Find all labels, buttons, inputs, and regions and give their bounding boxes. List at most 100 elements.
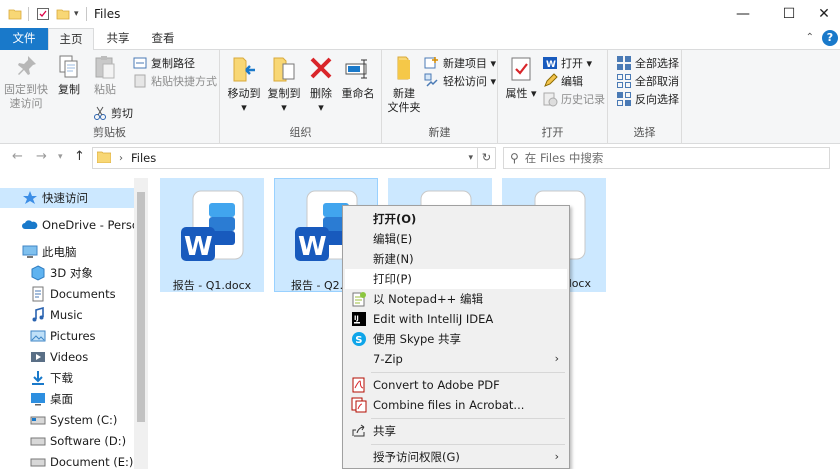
search-icon: ⚲ bbox=[510, 151, 519, 165]
minimize-button[interactable]: — bbox=[720, 0, 766, 28]
menu-item-combine-acrobat[interactable]: Combine files in Acrobat... bbox=[345, 395, 567, 415]
new-folder-button[interactable]: 新建 文件夹 bbox=[384, 54, 424, 115]
group-label-open: 打开 bbox=[541, 126, 564, 139]
new-folder-icon bbox=[397, 56, 410, 80]
copy-to-button[interactable]: 复制到 ▾ bbox=[264, 54, 304, 115]
nav-item-documents[interactable]: Documents bbox=[0, 284, 134, 304]
back-arrow-icon[interactable]: ← bbox=[12, 149, 23, 164]
folder-icon bbox=[8, 6, 22, 22]
menu-item-intellij[interactable]: IJ Edit with IntelliJ IDEA bbox=[345, 309, 567, 329]
scissors-icon bbox=[92, 105, 108, 121]
menu-item-print[interactable]: 打印(P) bbox=[345, 269, 567, 289]
documents-icon bbox=[30, 286, 46, 302]
menu-item-skype[interactable]: S 使用 Skype 共享 bbox=[345, 329, 567, 349]
nav-item-3d-objects[interactable]: 3D 对象 bbox=[0, 263, 134, 283]
group-select: 全部选择 全部取消 反向选择 选择 bbox=[608, 50, 682, 144]
properties-icon bbox=[511, 57, 531, 81]
nav-item-drive-c[interactable]: System (C:) bbox=[0, 410, 134, 430]
edit-button[interactable]: 编辑 bbox=[542, 72, 583, 90]
tab-home[interactable]: 主页 bbox=[48, 28, 94, 51]
ribbon-tabs: 文件 主页 共享 查看 ⌃ ? bbox=[0, 28, 840, 51]
nav-item-this-pc[interactable]: 此电脑 bbox=[0, 242, 134, 262]
search-input[interactable]: ⚲ 在 Files 中搜索 bbox=[503, 147, 830, 169]
properties-quick-icon[interactable] bbox=[36, 6, 50, 22]
nav-item-videos[interactable]: Videos bbox=[0, 347, 134, 367]
navigation-pane: 快速访问 OneDrive - Person 此电脑 3D 对象 Documen… bbox=[0, 178, 148, 469]
ribbon: 固定到快 速访问 复制 粘贴 复制路径 粘贴快捷方式 剪切 剪贴板 移动到 ▾ … bbox=[0, 50, 840, 144]
file-tile[interactable]: W 报告 - Q1.docx bbox=[160, 178, 264, 292]
history-button[interactable]: 历史记录 bbox=[542, 90, 605, 108]
paste-button[interactable]: 粘贴 bbox=[88, 54, 122, 97]
group-organize: 移动到 ▾ 复制到 ▾ 删除 ▾ 重命名 组织 bbox=[220, 50, 382, 144]
menu-item-open[interactable]: 打开(O) bbox=[345, 209, 567, 229]
move-to-icon bbox=[233, 57, 255, 82]
nav-scrollbar[interactable] bbox=[134, 178, 148, 469]
address-dropdown-icon[interactable]: ▾ bbox=[468, 153, 473, 163]
new-item-button[interactable]: 新建项目 ▾ bbox=[424, 54, 496, 72]
open-button[interactable]: W 打开 ▾ bbox=[542, 54, 592, 72]
nav-item-music[interactable]: Music bbox=[0, 305, 134, 325]
menu-separator bbox=[371, 418, 565, 419]
menu-item-grant-access[interactable]: 授予访问权限(G) › bbox=[345, 447, 567, 467]
copy-button[interactable]: 复制 bbox=[52, 54, 86, 97]
menu-item-notepadpp[interactable]: 以 Notepad++ 编辑 bbox=[345, 289, 567, 309]
forward-arrow-icon[interactable]: → bbox=[36, 149, 47, 164]
easy-access-button[interactable]: 轻松访问 ▾ bbox=[424, 72, 496, 90]
drive-icon bbox=[30, 454, 46, 469]
menu-item-share[interactable]: 共享 bbox=[345, 421, 567, 441]
recent-locations-icon[interactable]: ▾ bbox=[58, 152, 63, 162]
properties-button[interactable]: 属性 ▾ bbox=[504, 54, 538, 101]
nav-scrollbar-thumb[interactable] bbox=[137, 192, 145, 422]
paste-shortcut-button[interactable]: 粘贴快捷方式 bbox=[132, 72, 217, 90]
acrobat-combine-icon bbox=[351, 397, 367, 413]
maximize-button[interactable]: ☐ bbox=[766, 0, 812, 28]
nav-item-quick-access[interactable]: 快速访问 bbox=[0, 188, 134, 208]
rename-button[interactable]: 重命名 bbox=[338, 54, 378, 101]
copy-path-button[interactable]: 复制路径 bbox=[132, 54, 195, 72]
refresh-icon[interactable]: ↻ bbox=[477, 148, 495, 168]
context-menu: 打开(O) 编辑(E) 新建(N) 打印(P) 以 Notepad++ 编辑 I… bbox=[342, 205, 570, 469]
menu-item-new[interactable]: 新建(N) bbox=[345, 249, 567, 269]
invert-selection-button[interactable]: 反向选择 bbox=[616, 90, 679, 108]
up-arrow-icon[interactable]: ↑ bbox=[74, 149, 85, 164]
breadcrumb-files[interactable]: Files bbox=[131, 151, 156, 165]
paste-shortcut-icon bbox=[132, 73, 148, 89]
delete-button[interactable]: 删除 ▾ bbox=[306, 54, 336, 115]
tab-view[interactable]: 查看 bbox=[140, 28, 186, 50]
submenu-arrow-icon: › bbox=[554, 352, 559, 365]
menu-item-convert-pdf[interactable]: Convert to Adobe PDF bbox=[345, 375, 567, 395]
edit-icon bbox=[542, 73, 558, 89]
breadcrumb-chevron-icon[interactable]: › bbox=[119, 153, 123, 164]
close-button[interactable]: ✕ bbox=[808, 0, 840, 28]
nav-item-onedrive[interactable]: OneDrive - Person bbox=[0, 215, 134, 235]
cut-button[interactable]: 剪切 bbox=[92, 104, 133, 122]
menu-separator bbox=[371, 372, 565, 373]
3d-objects-icon bbox=[30, 265, 46, 281]
select-all-button[interactable]: 全部选择 bbox=[616, 54, 679, 72]
nav-item-desktop[interactable]: 桌面 bbox=[0, 389, 134, 409]
drive-icon bbox=[30, 412, 46, 428]
nav-item-drive-d[interactable]: Software (D:) bbox=[0, 431, 134, 451]
group-open: 属性 ▾ W 打开 ▾ 编辑 历史记录 打开 bbox=[498, 50, 608, 144]
rename-icon bbox=[345, 59, 367, 79]
pin-quick-access-button[interactable]: 固定到快 速访问 bbox=[4, 54, 48, 111]
tab-file[interactable]: 文件 bbox=[0, 28, 48, 50]
help-icon[interactable]: ? bbox=[822, 30, 838, 46]
menu-item-edit[interactable]: 编辑(E) bbox=[345, 229, 567, 249]
select-none-button[interactable]: 全部取消 bbox=[616, 72, 679, 90]
menu-item-7zip[interactable]: 7-Zip › bbox=[345, 349, 567, 369]
nav-item-downloads[interactable]: 下载 bbox=[0, 368, 134, 388]
customize-quick-access-icon[interactable]: ▾ bbox=[74, 6, 79, 22]
group-label-clipboard: 剪贴板 bbox=[93, 126, 126, 139]
nav-item-pictures[interactable]: Pictures bbox=[0, 326, 134, 346]
collapse-ribbon-icon[interactable]: ⌃ bbox=[806, 32, 814, 43]
address-bar[interactable]: › Files ▾ ↻ bbox=[92, 147, 496, 169]
move-to-button[interactable]: 移动到 ▾ bbox=[224, 54, 264, 115]
new-folder-quick-icon[interactable] bbox=[56, 6, 70, 22]
window-title: Files bbox=[94, 7, 121, 21]
new-item-icon bbox=[424, 55, 440, 71]
address-row: ← → ▾ ↑ › Files ▾ ↻ ⚲ 在 Files 中搜索 bbox=[0, 144, 840, 170]
tab-share[interactable]: 共享 bbox=[96, 28, 140, 50]
history-icon bbox=[542, 91, 558, 107]
nav-item-drive-e[interactable]: Document (E:) bbox=[0, 452, 134, 469]
